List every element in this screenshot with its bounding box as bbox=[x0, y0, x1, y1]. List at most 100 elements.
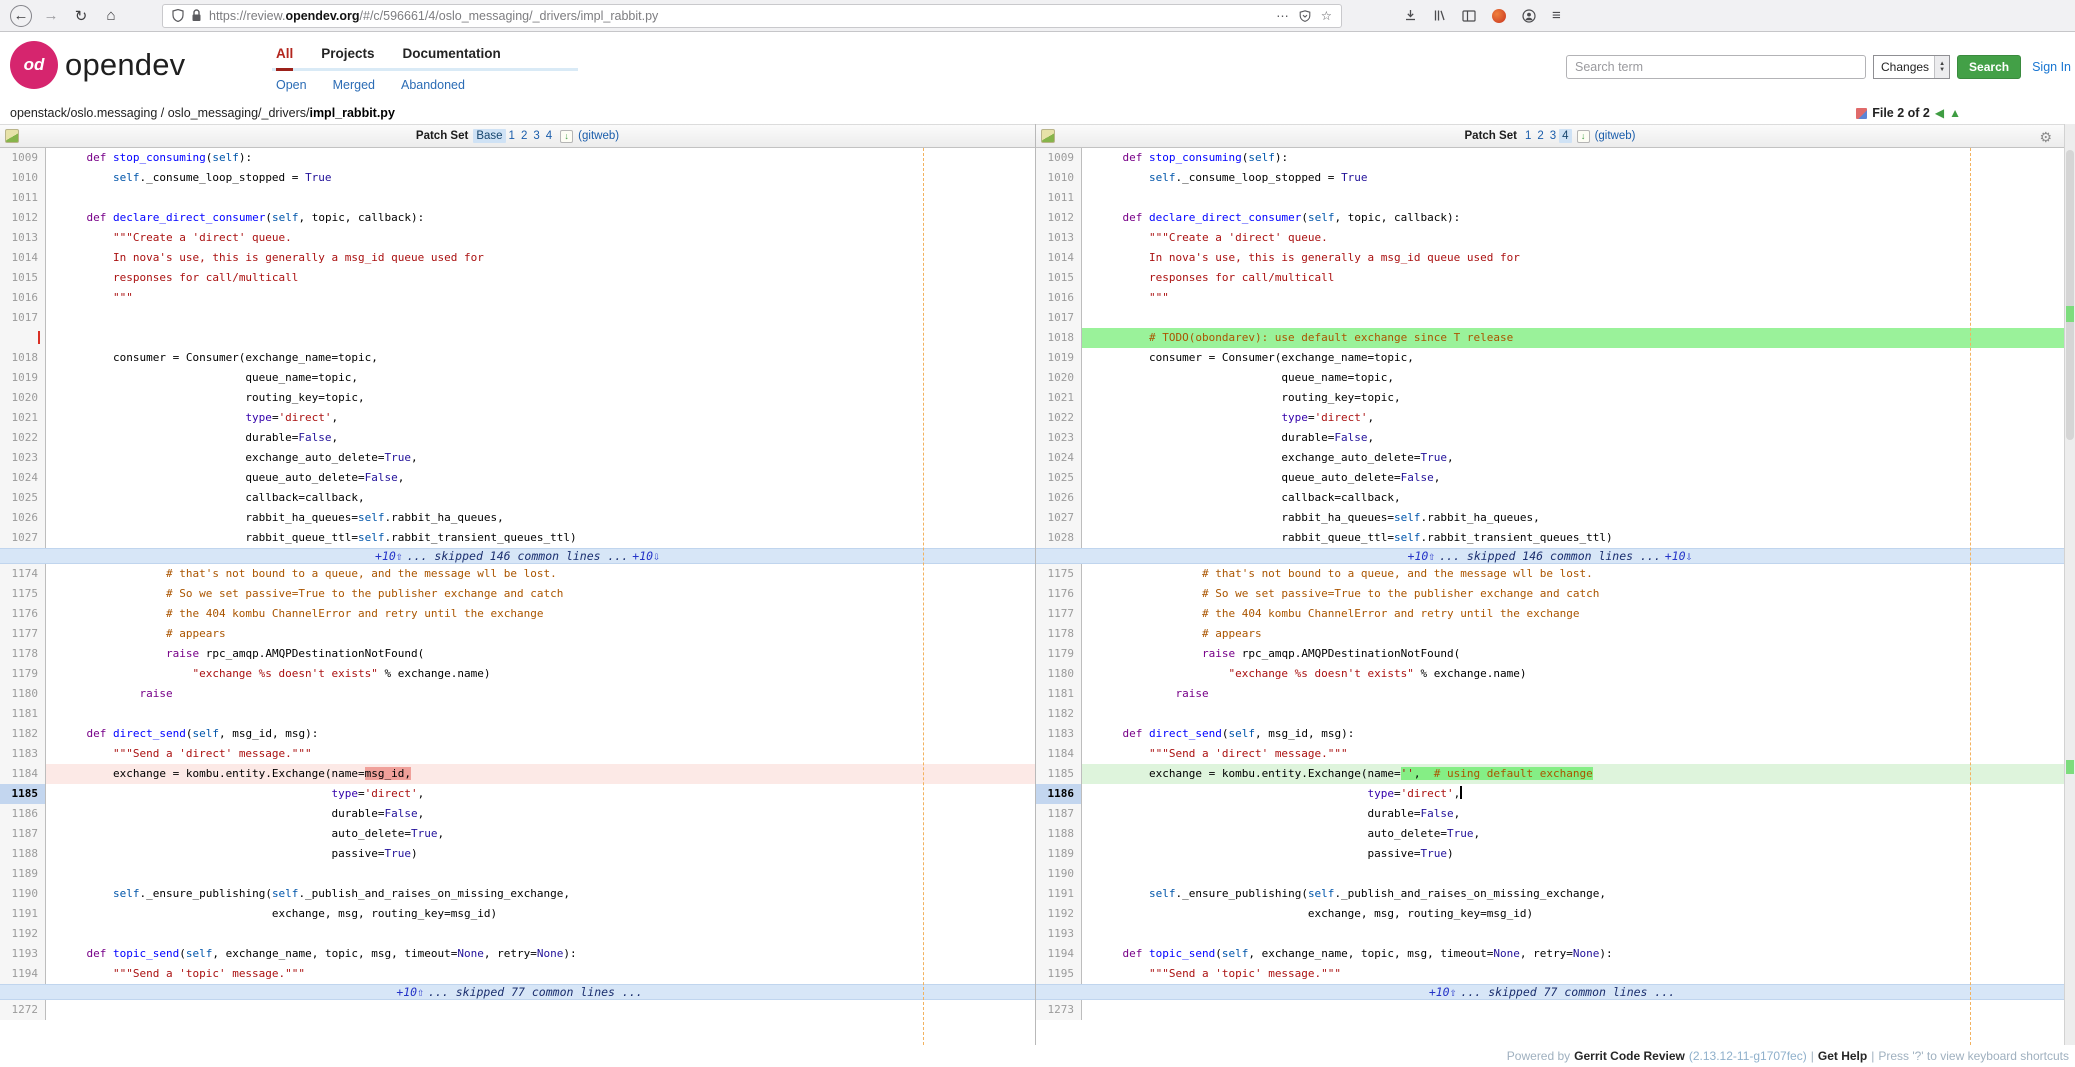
code-line[interactable]: consumer = Consumer(exchange_name=topic, bbox=[46, 348, 1035, 368]
account-icon[interactable] bbox=[1522, 9, 1536, 23]
line-number[interactable]: 1021 bbox=[1036, 388, 1082, 408]
line-number[interactable]: 1191 bbox=[0, 904, 46, 924]
reload-icon[interactable]: ↻ bbox=[70, 5, 92, 27]
line-number[interactable]: 1011 bbox=[0, 188, 46, 208]
line-number[interactable]: 1189 bbox=[0, 864, 46, 884]
line-number[interactable]: 1024 bbox=[1036, 448, 1082, 468]
library-icon[interactable] bbox=[1433, 9, 1446, 22]
code-line[interactable] bbox=[46, 308, 1035, 328]
line-number[interactable]: 1016 bbox=[0, 288, 46, 308]
line-number[interactable]: 1186 bbox=[0, 804, 46, 824]
patchset-option-4[interactable]: 4 bbox=[543, 129, 555, 143]
subtab-merged[interactable]: Merged bbox=[333, 78, 375, 92]
code-line[interactable]: "exchange %s doesn't exists" % exchange.… bbox=[1082, 664, 2064, 684]
code-line[interactable]: rabbit_ha_queues=self.rabbit_ha_queues, bbox=[1082, 508, 2064, 528]
code-line[interactable] bbox=[46, 1000, 1035, 1020]
code-line[interactable]: passive=True) bbox=[1082, 844, 2064, 864]
code-line[interactable]: responses for call/multicall bbox=[46, 268, 1035, 288]
line-number[interactable]: 1179 bbox=[1036, 644, 1082, 664]
line-number[interactable]: 1182 bbox=[1036, 704, 1082, 724]
download-patch-icon[interactable]: ↓ bbox=[1577, 130, 1590, 143]
code-line[interactable]: queue_auto_delete=False, bbox=[1082, 468, 2064, 488]
code-line[interactable]: exchange = kombu.entity.Exchange(name=ms… bbox=[46, 764, 1035, 784]
line-number[interactable]: 1181 bbox=[1036, 684, 1082, 704]
code-line[interactable] bbox=[1082, 308, 2064, 328]
code-line[interactable]: def topic_send(self, exchange_name, topi… bbox=[46, 944, 1035, 964]
patchset-option-3[interactable]: 3 bbox=[530, 129, 542, 143]
code-line[interactable]: self._ensure_publishing(self._publish_an… bbox=[46, 884, 1035, 904]
code-line[interactable]: # appears bbox=[1082, 624, 2064, 644]
code-line[interactable]: """ bbox=[1082, 288, 2064, 308]
patchset-option-1[interactable]: 1 bbox=[1522, 129, 1534, 143]
code-line[interactable]: # the 404 kombu ChannelError and retry u… bbox=[46, 604, 1035, 624]
code-line[interactable]: queue_name=topic, bbox=[1082, 368, 2064, 388]
line-number[interactable]: 1181 bbox=[0, 704, 46, 724]
code-line[interactable] bbox=[1082, 864, 2064, 884]
code-line[interactable]: def topic_send(self, exchange_name, topi… bbox=[1082, 944, 2064, 964]
tab-projects[interactable]: Projects bbox=[321, 46, 374, 61]
subtab-abandoned[interactable]: Abandoned bbox=[401, 78, 465, 92]
code-line[interactable]: auto_delete=True, bbox=[46, 824, 1035, 844]
line-number[interactable]: 1009 bbox=[0, 148, 46, 168]
code-line[interactable]: """Send a 'direct' message.""" bbox=[46, 744, 1035, 764]
line-number[interactable]: 1014 bbox=[1036, 248, 1082, 268]
skipped-lines-label[interactable]: ... skipped 77 common lines ... bbox=[428, 985, 643, 999]
code-line[interactable]: def declare_direct_consumer(self, topic,… bbox=[1082, 208, 2064, 228]
code-line[interactable]: queue_name=topic, bbox=[46, 368, 1035, 388]
line-number[interactable]: 1192 bbox=[1036, 904, 1082, 924]
line-number[interactable]: 1020 bbox=[1036, 368, 1082, 388]
line-number[interactable]: 1025 bbox=[1036, 468, 1082, 488]
downloads-icon[interactable] bbox=[1404, 9, 1417, 22]
line-number[interactable]: 1018 bbox=[0, 348, 46, 368]
line-number[interactable]: 1190 bbox=[0, 884, 46, 904]
line-number[interactable]: 1022 bbox=[1036, 408, 1082, 428]
prev-file-icon[interactable]: ◀ bbox=[1935, 106, 1944, 120]
code-line[interactable]: # the 404 kombu ChannelError and retry u… bbox=[1082, 604, 2064, 624]
line-number[interactable]: 1193 bbox=[0, 944, 46, 964]
code-line[interactable]: rabbit_ha_queues=self.rabbit_ha_queues, bbox=[46, 508, 1035, 528]
scrollbar-thumb[interactable] bbox=[2066, 150, 2074, 440]
code-line[interactable]: """Send a 'direct' message.""" bbox=[1082, 744, 2064, 764]
line-number[interactable]: 1272 bbox=[0, 1000, 46, 1020]
expand-up-link[interactable]: +10⇧ bbox=[1408, 549, 1436, 563]
line-number[interactable]: 1017 bbox=[1036, 308, 1082, 328]
code-line[interactable]: def declare_direct_consumer(self, topic,… bbox=[46, 208, 1035, 228]
line-number[interactable]: 1026 bbox=[0, 508, 46, 528]
line-number[interactable]: 1021 bbox=[0, 408, 46, 428]
code-line[interactable]: responses for call/multicall bbox=[1082, 268, 2064, 288]
bookmark-star-icon[interactable]: ☆ bbox=[1321, 8, 1332, 23]
code-line[interactable]: exchange, msg, routing_key=msg_id) bbox=[46, 904, 1035, 924]
line-number[interactable]: 1194 bbox=[0, 964, 46, 984]
patchset-option-1[interactable]: 1 bbox=[506, 129, 518, 143]
line-number[interactable]: 1013 bbox=[0, 228, 46, 248]
code-line[interactable]: raise bbox=[46, 684, 1035, 704]
line-number[interactable]: 1191 bbox=[1036, 884, 1082, 904]
code-line[interactable]: # appears bbox=[46, 624, 1035, 644]
code-line[interactable]: durable=False, bbox=[1082, 428, 2064, 448]
code-line[interactable]: exchange_auto_delete=True, bbox=[1082, 448, 2064, 468]
patchset-option-4[interactable]: 4 bbox=[1559, 129, 1571, 143]
line-number[interactable]: 1188 bbox=[0, 844, 46, 864]
line-number[interactable]: 1015 bbox=[0, 268, 46, 288]
code-line[interactable]: def direct_send(self, msg_id, msg): bbox=[1082, 724, 2064, 744]
line-number[interactable]: 1179 bbox=[0, 664, 46, 684]
code-line[interactable]: exchange, msg, routing_key=msg_id) bbox=[1082, 904, 2064, 924]
breadcrumb-path[interactable]: openstack/oslo.messaging / oslo_messagin… bbox=[10, 106, 309, 120]
code-line[interactable]: callback=callback, bbox=[46, 488, 1035, 508]
line-number[interactable]: 1023 bbox=[0, 448, 46, 468]
line-number[interactable]: 1188 bbox=[1036, 824, 1082, 844]
line-number[interactable]: 1017 bbox=[0, 308, 46, 328]
line-number[interactable]: 1183 bbox=[0, 744, 46, 764]
subtab-open[interactable]: Open bbox=[276, 78, 307, 92]
get-help-link[interactable]: Get Help bbox=[1818, 1049, 1867, 1063]
code-line[interactable]: durable=False, bbox=[46, 428, 1035, 448]
line-number[interactable]: 1184 bbox=[1036, 744, 1082, 764]
line-number[interactable]: 1175 bbox=[1036, 564, 1082, 584]
back-icon[interactable]: ← bbox=[10, 5, 32, 27]
code-line[interactable]: auto_delete=True, bbox=[1082, 824, 2064, 844]
patchset-option-2[interactable]: 2 bbox=[1534, 129, 1546, 143]
opendev-logo[interactable]: od opendev bbox=[10, 41, 185, 89]
line-number[interactable]: 1273 bbox=[1036, 1000, 1082, 1020]
line-number[interactable]: 1027 bbox=[1036, 508, 1082, 528]
line-number[interactable]: 1024 bbox=[0, 468, 46, 488]
